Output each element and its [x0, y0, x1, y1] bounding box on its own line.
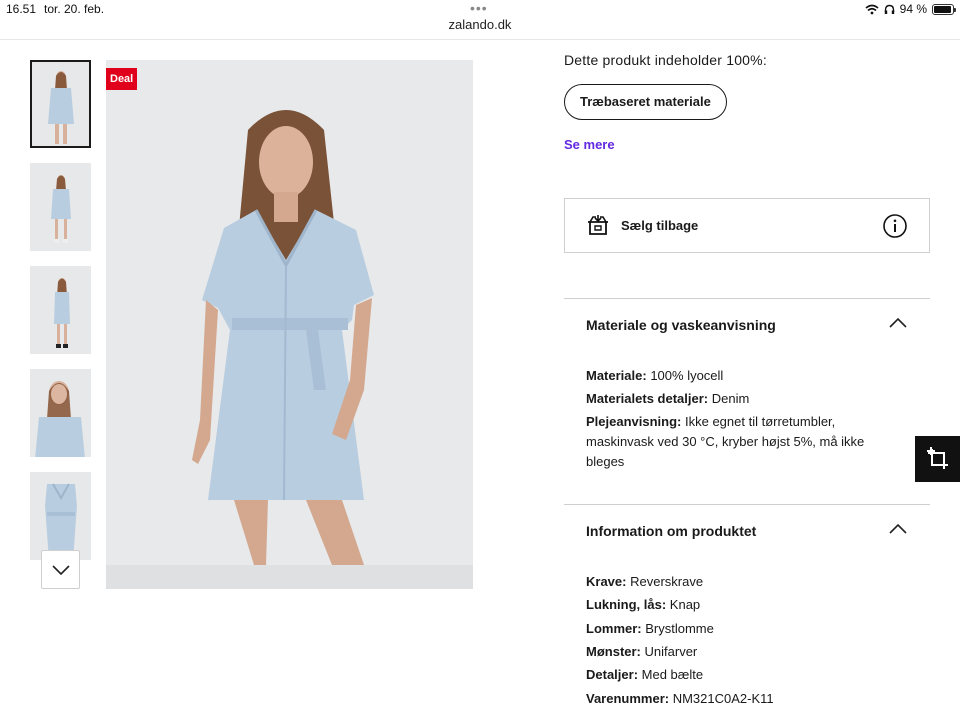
status-icons: 94 %	[865, 2, 956, 16]
url-label[interactable]: zalando.dk	[0, 17, 960, 32]
attribute-row: Detaljer: Med bælte	[586, 667, 704, 682]
model-photo	[106, 60, 473, 589]
thumbnail-4[interactable]	[30, 369, 91, 457]
sell-back-label: Sælg tilbage	[621, 218, 699, 233]
divider	[564, 298, 930, 299]
thumbnails-scroll-down-button[interactable]	[41, 550, 80, 589]
divider	[564, 504, 930, 505]
thumbnail-1[interactable]	[30, 60, 91, 148]
attribute-row: Materialets detaljer: Denim	[586, 391, 750, 406]
attribute-row: Lommer: Brystlomme	[586, 621, 714, 636]
accordion-material-title[interactable]: Materiale og vaskeanvisning	[586, 317, 776, 333]
headphones-icon	[884, 4, 894, 14]
sell-box-icon	[588, 215, 608, 235]
attribute-row: Lukning, lås: Knap	[586, 597, 701, 612]
attribute-row: Materiale: 100% lyocell	[586, 368, 724, 383]
sell-back-box[interactable]: Sælg tilbage	[564, 198, 930, 253]
deal-badge: Deal	[106, 68, 138, 90]
attribute-row: Krave: Reverskrave	[586, 574, 704, 589]
attribute-row: Plejeanvisning: Ikke egnet til tørretumb…	[586, 414, 865, 469]
see-more-link[interactable]: Se mere	[564, 137, 615, 152]
clock: 16.51	[6, 2, 37, 16]
material-chip[interactable]: Træbaseret materiale	[564, 84, 727, 120]
material-contains-text: Dette produkt indeholder 100%:	[564, 52, 767, 68]
chevron-up-icon[interactable]	[889, 318, 907, 328]
product-main-image[interactable]	[106, 60, 473, 589]
attribute-row: Mønster: Unifarver	[586, 644, 698, 659]
more-dots-icon[interactable]: •••	[470, 0, 488, 16]
chevron-down-icon	[51, 564, 70, 575]
thumbnail-strip	[30, 60, 92, 590]
thumbnail-5[interactable]	[30, 472, 91, 560]
wifi-icon	[865, 4, 879, 14]
date: tor. 20. feb.	[44, 2, 105, 16]
status-bar: 16.51 tor. 20. feb. ••• zalando.dk 94 %	[0, 0, 960, 40]
info-icon[interactable]	[883, 214, 907, 238]
thumbnail-2[interactable]	[30, 163, 91, 251]
battery-icon	[932, 3, 956, 15]
attribute-row: Varenummer: NM321C0A2-K11	[586, 691, 774, 706]
battery-percent: 94 %	[899, 2, 927, 16]
chevron-up-icon[interactable]	[889, 524, 907, 534]
thumbnail-3[interactable]	[30, 266, 91, 354]
accordion-product-title[interactable]: Information om produktet	[586, 523, 756, 539]
crop-add-icon	[926, 447, 948, 469]
crop-screenshot-button[interactable]	[915, 436, 960, 482]
